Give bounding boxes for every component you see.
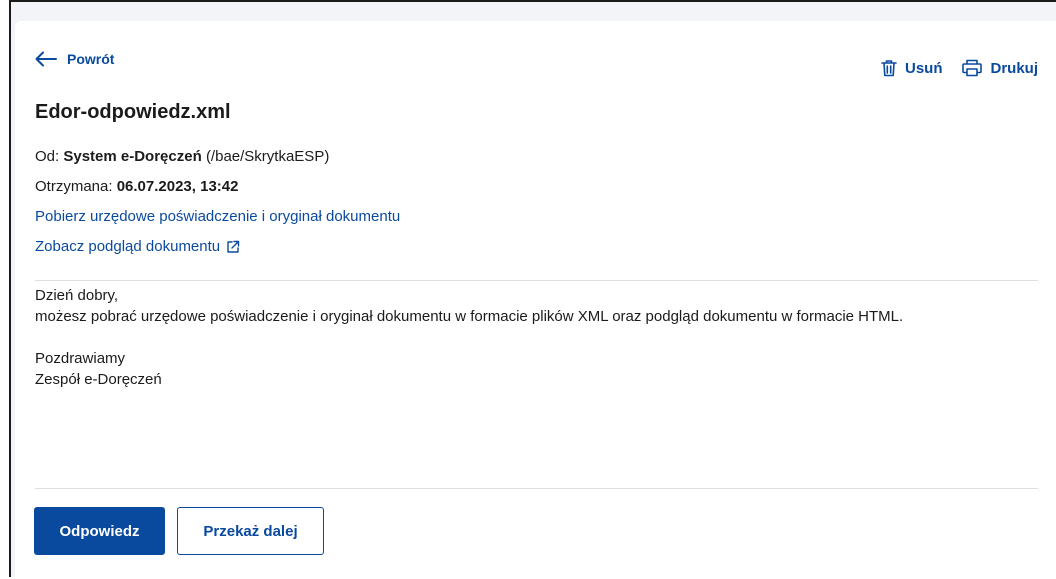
sender-line: Od: System e-Doręczeń (/bae/SkrytkaESP) xyxy=(35,148,329,165)
message-card: Powrót Usuń Drukuj Edor-odpowiedz.xml Od… xyxy=(15,21,1056,579)
body-signature: Zespół e-Doręczeń xyxy=(35,371,162,388)
sender-name: System e-Doręczeń xyxy=(63,148,202,165)
download-certificate-link[interactable]: Pobierz urzędowe poświadczenie i orygina… xyxy=(35,208,400,225)
delete-button[interactable]: Usuń xyxy=(881,59,943,77)
header-divider xyxy=(35,280,1038,281)
preview-link-label: Zobacz podgląd dokumentu xyxy=(35,238,221,255)
received-date: 06.07.2023, 13:42 xyxy=(116,178,239,195)
footer-divider xyxy=(35,488,1038,489)
from-label: Od: xyxy=(35,148,60,165)
print-button[interactable]: Drukuj xyxy=(962,59,1038,77)
received-label: Otrzymana: xyxy=(35,178,113,195)
external-link-icon xyxy=(227,240,240,253)
download-link-label: Pobierz urzędowe poświadczenie i orygina… xyxy=(35,208,401,225)
window-frame: Powrót Usuń Drukuj Edor-odpowiedz.xml Od… xyxy=(9,0,1056,579)
printer-icon xyxy=(962,59,983,77)
delete-label: Usuń xyxy=(904,59,943,77)
reply-button[interactable]: Odpowiedz xyxy=(34,507,165,555)
preview-document-link[interactable]: Zobacz podgląd dokumentu xyxy=(35,238,240,255)
message-body: Dzień dobry, możesz pobrać urzędowe pośw… xyxy=(35,285,1035,390)
sender-address: (/bae/SkrytkaESP) xyxy=(205,148,330,165)
arrow-left-icon xyxy=(35,51,57,67)
trash-icon xyxy=(881,60,897,77)
back-link[interactable]: Powrót xyxy=(35,51,114,67)
body-text: możesz pobrać urzędowe poświadczenie i o… xyxy=(35,308,904,325)
body-greeting: Dzień dobry, xyxy=(35,287,119,304)
message-title: Edor-odpowiedz.xml xyxy=(35,101,231,123)
message-actions: Usuń Drukuj xyxy=(881,59,1038,77)
body-closing: Pozdrawiamy xyxy=(35,350,126,367)
back-label: Powrót xyxy=(67,51,115,67)
received-line: Otrzymana: 06.07.2023, 13:42 xyxy=(35,178,238,195)
print-label: Drukuj xyxy=(990,59,1038,77)
forward-button[interactable]: Przekaż dalej xyxy=(177,507,324,555)
